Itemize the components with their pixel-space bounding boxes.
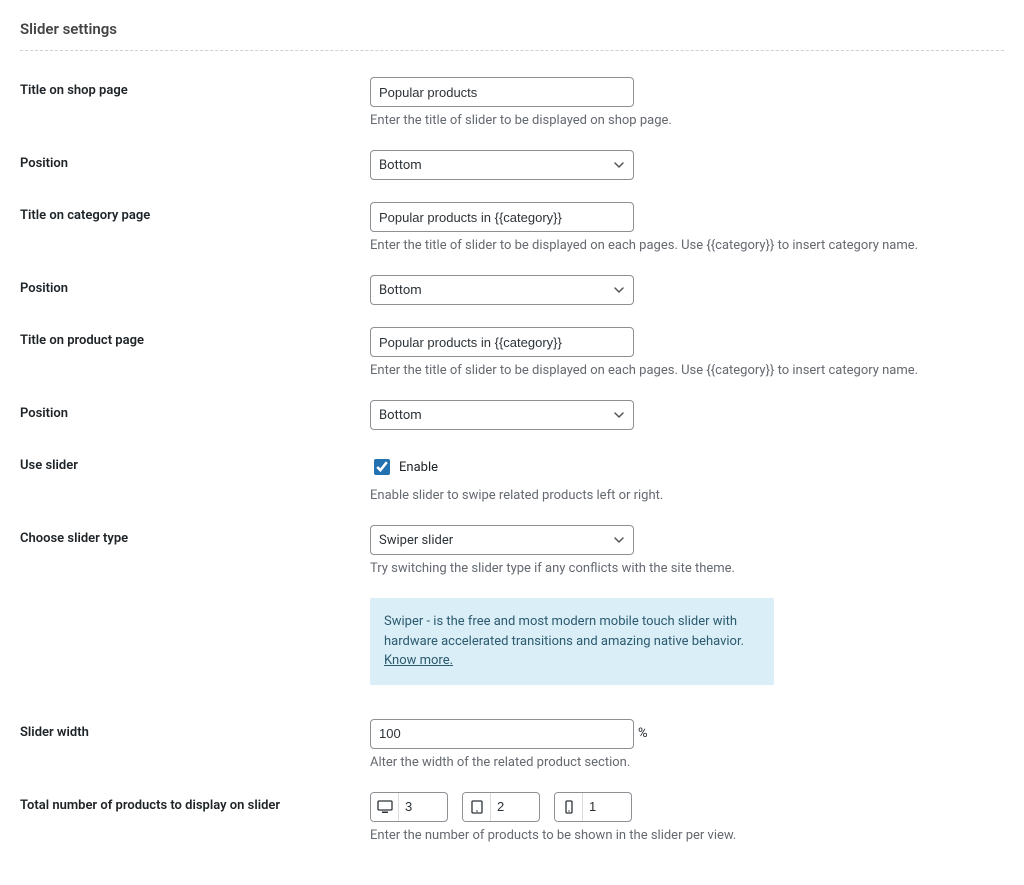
- device-desktop-group: [370, 792, 448, 822]
- label-title-product: Title on product page: [20, 327, 370, 348]
- desc-slider-width: Alter the width of the related product s…: [370, 755, 1004, 770]
- input-title-category[interactable]: [370, 202, 634, 232]
- select-position-shop-value: Bottom: [379, 158, 422, 173]
- select-slider-type-value: Swiper slider: [379, 533, 453, 548]
- info-link[interactable]: Know more.: [384, 653, 453, 668]
- row-position-category: Position Bottom: [20, 275, 1004, 305]
- desc-products-count: Enter the number of products to be shown…: [370, 828, 1004, 843]
- mobile-icon: [555, 793, 583, 821]
- device-mobile-group: [554, 792, 632, 822]
- chevron-down-icon: [613, 159, 625, 171]
- input-products-desktop[interactable]: [399, 793, 447, 821]
- label-use-slider: Use slider: [20, 452, 370, 473]
- select-position-shop[interactable]: Bottom: [370, 150, 634, 180]
- row-title-product: Title on product page Enter the title of…: [20, 327, 1004, 378]
- select-slider-type[interactable]: Swiper slider: [370, 525, 634, 555]
- checkbox-use-slider[interactable]: [374, 459, 390, 475]
- row-products-count: Total number of products to display on s…: [20, 792, 1004, 843]
- input-title-shop[interactable]: [370, 77, 634, 107]
- label-position-shop: Position: [20, 150, 370, 171]
- select-position-category[interactable]: Bottom: [370, 275, 634, 305]
- row-use-slider: Use slider Enable Enable slider to swipe…: [20, 452, 1004, 503]
- chevron-down-icon: [613, 534, 625, 546]
- checkbox-use-slider-label: Enable: [399, 460, 438, 475]
- row-slider-width: Slider width % Alter the width of the re…: [20, 719, 1004, 770]
- label-slider-width: Slider width: [20, 719, 370, 740]
- row-title-shop: Title on shop page Enter the title of sl…: [20, 77, 1004, 128]
- input-products-mobile[interactable]: [583, 793, 631, 821]
- info-box: Swiper - is the free and most modern mob…: [370, 598, 774, 685]
- label-title-shop: Title on shop page: [20, 77, 370, 98]
- row-position-shop: Position Bottom: [20, 150, 1004, 180]
- input-title-product[interactable]: [370, 327, 634, 357]
- desc-slider-type: Try switching the slider type if any con…: [370, 561, 1004, 576]
- row-position-product: Position Bottom: [20, 400, 1004, 430]
- desc-use-slider: Enable slider to swipe related products …: [370, 488, 1004, 503]
- section-title: Slider settings: [20, 20, 1004, 51]
- device-tablet-group: [462, 792, 540, 822]
- info-text: Swiper - is the free and most modern mob…: [384, 614, 744, 649]
- row-slider-type: Choose slider type Swiper slider Try swi…: [20, 525, 1004, 576]
- slider-width-suffix: %: [638, 726, 648, 741]
- chevron-down-icon: [613, 409, 625, 421]
- row-info: Swiper - is the free and most modern mob…: [20, 598, 1004, 707]
- desc-title-category: Enter the title of slider to be displaye…: [370, 238, 1004, 253]
- label-slider-type: Choose slider type: [20, 525, 370, 546]
- label-products-count: Total number of products to display on s…: [20, 792, 370, 813]
- desc-title-product: Enter the title of slider to be displaye…: [370, 363, 1004, 378]
- label-title-category: Title on category page: [20, 202, 370, 223]
- select-position-product[interactable]: Bottom: [370, 400, 634, 430]
- chevron-down-icon: [613, 284, 625, 296]
- label-position-product: Position: [20, 400, 370, 421]
- select-position-product-value: Bottom: [379, 408, 422, 423]
- label-position-category: Position: [20, 275, 370, 296]
- row-title-category: Title on category page Enter the title o…: [20, 202, 1004, 253]
- desc-title-shop: Enter the title of slider to be displaye…: [370, 113, 1004, 128]
- input-slider-width[interactable]: [370, 719, 634, 749]
- tablet-icon: [463, 793, 491, 821]
- input-products-tablet[interactable]: [491, 793, 539, 821]
- select-position-category-value: Bottom: [379, 283, 422, 298]
- desktop-icon: [371, 793, 399, 821]
